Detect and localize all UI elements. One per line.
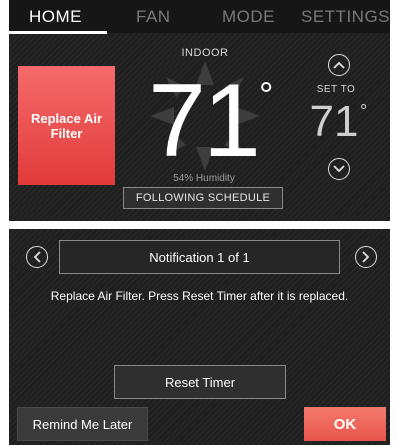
humidity-readout: 54% Humidity: [173, 173, 235, 184]
chevron-down-icon: [333, 165, 345, 173]
home-screen: HOME FAN MODE SETTINGS Replace Air Filte…: [9, 0, 390, 221]
setpoint-temperature: 71: [309, 97, 359, 146]
tab-settings[interactable]: SETTINGS: [301, 7, 390, 27]
indoor-temperature: 71: [148, 63, 261, 179]
chevron-up-icon: [333, 61, 345, 69]
following-schedule-button[interactable]: FOLLOWING SCHEDULE: [123, 187, 283, 209]
temperature-up-button[interactable]: [328, 54, 350, 76]
next-notification-button[interactable]: [355, 246, 377, 268]
tab-bar: HOME FAN MODE SETTINGS: [9, 0, 390, 34]
temperature-down-button[interactable]: [328, 158, 350, 180]
set-to-label: SET TO: [316, 84, 356, 95]
reset-timer-button[interactable]: Reset Timer: [114, 365, 286, 399]
previous-notification-button[interactable]: [26, 246, 48, 268]
tab-home[interactable]: HOME: [29, 7, 82, 27]
remind-me-later-button[interactable]: Remind Me Later: [17, 407, 148, 441]
tab-mode[interactable]: MODE: [222, 7, 275, 27]
chevron-left-icon: [33, 251, 41, 263]
indoor-degree-symbol: °: [259, 74, 274, 115]
notification-header: Notification 1 of 1: [59, 240, 340, 274]
notification-message: Replace Air Filter. Press Reset Timer af…: [50, 289, 349, 303]
chevron-right-icon: [362, 251, 370, 263]
replace-air-filter-button[interactable]: Replace Air Filter: [18, 66, 115, 185]
setpoint-degree-symbol: °: [360, 101, 368, 121]
ok-button[interactable]: OK: [304, 407, 386, 441]
tab-fan[interactable]: FAN: [136, 7, 171, 27]
active-tab-indicator: [9, 31, 107, 34]
notification-screen: Notification 1 of 1 Replace Air Filter. …: [9, 229, 390, 445]
